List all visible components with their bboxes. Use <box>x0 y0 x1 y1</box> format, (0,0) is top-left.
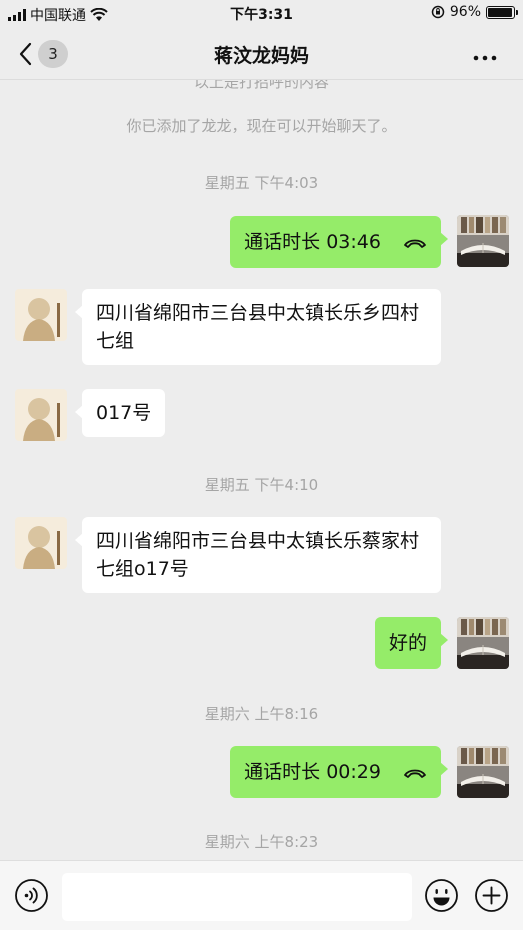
status-bar: 中国联通 下午3:31 96% <box>0 0 523 28</box>
timestamp: 星期六 上午8:23 <box>204 833 319 851</box>
emoji-icon <box>425 879 458 912</box>
person-photo <box>15 389 67 441</box>
more-button[interactable] <box>473 42 497 67</box>
message-bubble[interactable]: 四川省绵阳市三台县中太镇长乐乡四村七组 <box>75 289 441 365</box>
contact-avatar[interactable] <box>15 517 67 569</box>
battery-icon <box>486 5 518 19</box>
timestamp: 星期六 上午8:16 <box>204 705 319 723</box>
contact-avatar[interactable] <box>15 289 67 341</box>
call-duration: 通话时长 03:46 <box>244 231 381 253</box>
battery-percent: 96% <box>449 4 481 20</box>
system-message: 你已添加了龙龙，现在可以开始聊天了。 <box>126 117 397 135</box>
phone-hangup-icon <box>404 769 426 778</box>
call-bubble[interactable]: 通话时长 00:29 <box>230 746 448 798</box>
book-image <box>457 746 509 798</box>
voice-button[interactable] <box>14 878 49 913</box>
message-text: 好的 <box>388 632 427 654</box>
message-bubble[interactable]: 017号 <box>74 389 166 437</box>
book-image <box>457 617 509 669</box>
battery-fill <box>488 7 512 17</box>
person-photo <box>15 517 67 569</box>
plus-icon <box>475 879 508 912</box>
chat-area[interactable]: 以上是打招呼的内容 你已添加了龙龙，现在可以开始聊天了。 星期五 下午4:03 … <box>0 80 523 860</box>
phone-hangup-icon <box>404 239 426 248</box>
nav-bar: 3 蒋汶龙妈妈 <box>0 28 523 80</box>
message-text: 四川省绵阳市三台县中太镇长乐乡四村七组 <box>96 302 420 352</box>
input-bar <box>0 860 523 930</box>
message-bubble[interactable]: 好的 <box>374 617 449 669</box>
person-photo <box>15 289 67 341</box>
more-dots-icon <box>473 55 497 61</box>
message-input[interactable] <box>62 873 412 921</box>
contact-avatar[interactable] <box>15 389 67 441</box>
message-text: 017号 <box>96 402 152 424</box>
self-avatar[interactable] <box>457 617 509 669</box>
emoji-button[interactable] <box>424 878 459 913</box>
book-image <box>457 215 509 267</box>
status-right: 96% <box>431 4 518 20</box>
voice-input-icon <box>15 879 48 912</box>
timestamp: 星期五 下午4:10 <box>204 476 319 494</box>
plus-button[interactable] <box>474 878 509 913</box>
timestamp: 星期五 下午4:03 <box>204 174 319 192</box>
message-bubble[interactable]: 四川省绵阳市三台县中太镇长乐蔡家村七组o17号 <box>75 517 441 593</box>
self-avatar[interactable] <box>457 215 509 267</box>
message-text: 四川省绵阳市三台县中太镇长乐蔡家村七组o17号 <box>96 530 420 580</box>
call-bubble[interactable]: 通话时长 03:46 <box>230 216 448 268</box>
chat-title: 蒋汶龙妈妈 <box>213 45 309 67</box>
orientation-lock-icon <box>431 5 445 19</box>
system-message-partial: 以上是打招呼的内容 <box>193 80 329 91</box>
call-duration: 通话时长 00:29 <box>244 761 381 783</box>
self-avatar[interactable] <box>457 746 509 798</box>
